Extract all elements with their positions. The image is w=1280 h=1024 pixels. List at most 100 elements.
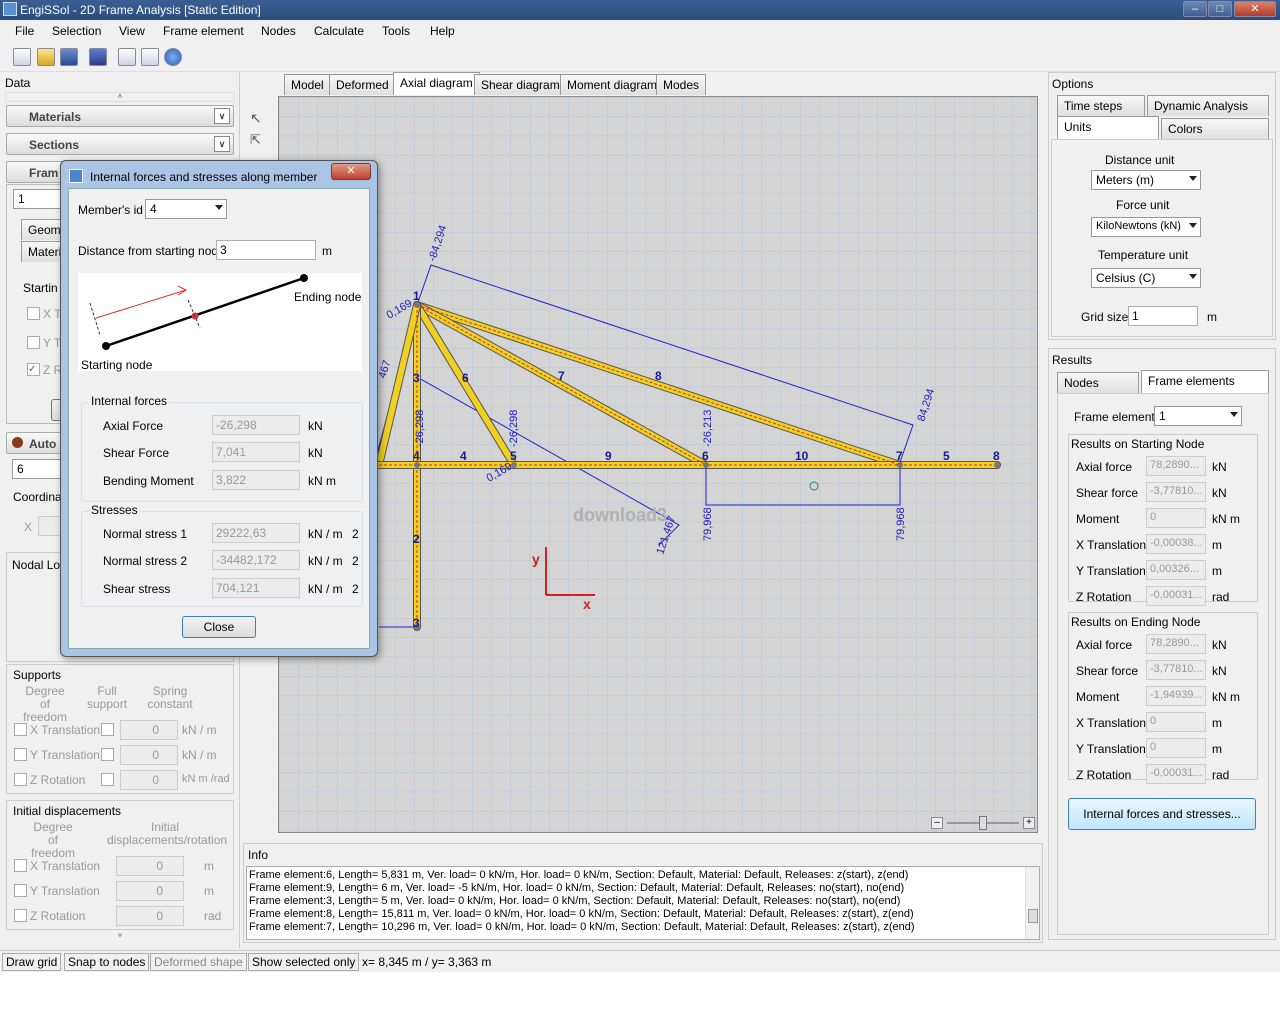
internal-forces-button[interactable]: Internal forces and stresses... xyxy=(1068,798,1256,830)
materials-section[interactable]: Materials ∨ xyxy=(6,105,234,127)
tab-shear-diagram[interactable]: Shear diagram xyxy=(474,74,567,95)
support-z-checkbox[interactable] xyxy=(14,773,27,786)
support-x-full-checkbox[interactable] xyxy=(101,723,114,736)
support-y-checkbox[interactable] xyxy=(14,748,27,761)
grid-size-input[interactable]: 1 xyxy=(1128,306,1198,326)
info-log[interactable]: Frame element:6, Length= 5,831 m, Ver. l… xyxy=(246,866,1040,940)
x-translation-checkbox[interactable] xyxy=(27,307,40,320)
tab-moment-diagram[interactable]: Moment diagram xyxy=(560,74,665,95)
member-label: 8 xyxy=(655,369,662,383)
tab-deformed[interactable]: Deformed xyxy=(329,74,396,95)
member-id-select[interactable]: 4 xyxy=(145,199,227,219)
force-unit-label: Force unit xyxy=(1116,198,1170,212)
tab-model[interactable]: Model xyxy=(284,74,331,95)
axis-y-label: y xyxy=(532,551,540,567)
drawing-tools: ↖ ⇱ xyxy=(244,98,268,158)
y-translation-checkbox[interactable] xyxy=(27,336,40,349)
info-scroll-thumb[interactable] xyxy=(1028,909,1038,923)
tab-axial-diagram[interactable]: Axial diagram xyxy=(393,72,480,95)
menu-selection[interactable]: Selection xyxy=(52,24,101,38)
menu-tools[interactable]: Tools xyxy=(382,24,410,38)
snap-to-nodes-toggle[interactable]: Snap to nodes xyxy=(64,953,150,971)
print-preview-icon[interactable] xyxy=(141,48,159,66)
tab-time-steps[interactable]: Time steps xyxy=(1057,95,1145,116)
initial-displacements-title: Initial displacements xyxy=(13,804,122,818)
member-label: 5 xyxy=(943,449,950,463)
initial-x-checkbox[interactable] xyxy=(14,859,27,872)
diagram-canvas[interactable]: 1 3 4 5 6 7 8 3 2 4 9 10 5 6 7 8 -84,294… xyxy=(278,96,1038,833)
auto-icon xyxy=(12,437,23,448)
select-area-icon[interactable]: ⇱ xyxy=(250,132,261,148)
deformed-shape-toggle[interactable]: Deformed shape xyxy=(150,953,247,971)
menu-nodes[interactable]: Nodes xyxy=(261,24,296,38)
member-label: 9 xyxy=(605,449,612,463)
tab-dynamic-analysis[interactable]: Dynamic Analysis xyxy=(1147,95,1269,116)
close-button[interactable]: Close xyxy=(182,616,256,638)
save-icon[interactable] xyxy=(60,48,78,66)
support-x-spring-input[interactable]: 0 xyxy=(120,720,178,740)
show-selected-only-toggle[interactable]: Show selected only xyxy=(248,953,360,971)
temperature-unit-select[interactable]: Celsius (C) xyxy=(1091,268,1201,288)
draw-grid-toggle[interactable]: Draw grid xyxy=(2,953,62,971)
zoom-out-icon[interactable]: – xyxy=(931,817,943,829)
tab-frame-elements[interactable]: Frame elements xyxy=(1141,370,1269,393)
chevron-down-icon[interactable]: ∨ xyxy=(214,108,230,124)
select-arrow-icon[interactable]: ↖ xyxy=(250,110,262,127)
starting-node-label: Starting node xyxy=(81,358,153,372)
maximize-button[interactable]: □ xyxy=(1208,1,1232,17)
initial-z-checkbox[interactable] xyxy=(14,909,27,922)
help-icon[interactable] xyxy=(164,48,182,66)
bending-moment-label: Bending Moment xyxy=(103,474,194,488)
zoom-in-icon[interactable]: + xyxy=(1023,817,1035,829)
initial-y-checkbox[interactable] xyxy=(14,884,27,897)
tab-nodes[interactable]: Nodes xyxy=(1057,372,1139,393)
info-line: Frame element:9, Length= 6 m, Ver. load=… xyxy=(249,882,905,894)
info-scrollbar[interactable] xyxy=(1025,867,1039,939)
distance-input[interactable]: 3 xyxy=(216,240,316,260)
chevron-down-icon[interactable]: ∨ xyxy=(214,136,230,152)
result-value: -0,00031... xyxy=(1146,586,1206,606)
support-y-full-checkbox[interactable] xyxy=(101,748,114,761)
force-unit-select[interactable]: KiloNewtons (kN) xyxy=(1091,217,1201,237)
tab-units[interactable]: Units xyxy=(1057,116,1159,139)
menu-help[interactable]: Help xyxy=(430,24,455,38)
print-icon[interactable] xyxy=(118,48,136,66)
menu-frame-element[interactable]: Frame element xyxy=(163,24,244,38)
dialog-close-icon[interactable]: ✕ xyxy=(331,163,371,180)
shear-force-value: 7,041 xyxy=(212,442,300,462)
shear-force-label: Shear Force xyxy=(103,446,170,460)
node-label: 3 xyxy=(413,616,420,630)
sections-section[interactable]: Sections ∨ xyxy=(6,133,234,155)
support-z-label: Z Rotation xyxy=(30,773,86,787)
internal-forces-title: Internal forces xyxy=(89,394,170,408)
zoom-thumb[interactable] xyxy=(979,816,987,830)
menu-file[interactable]: File xyxy=(15,24,34,38)
zoom-slider[interactable]: – + xyxy=(931,815,1035,831)
initial-y-input[interactable]: 0 xyxy=(116,881,184,901)
result-unit: rad xyxy=(1212,590,1230,604)
initial-z-input[interactable]: 0 xyxy=(116,906,184,926)
scroll-down-arrow[interactable]: ˅ xyxy=(5,932,235,942)
calculate-icon[interactable] xyxy=(89,48,107,66)
tab-colors[interactable]: Colors xyxy=(1161,118,1269,139)
minimize-button[interactable]: – xyxy=(1183,1,1207,17)
menu-bar: File Selection View Frame element Nodes … xyxy=(0,20,1280,42)
new-file-icon[interactable] xyxy=(13,48,31,66)
distance-unit-select[interactable]: Meters (m) xyxy=(1091,170,1201,190)
stresses-title: Stresses xyxy=(89,503,140,517)
close-window-button[interactable]: ✕ xyxy=(1234,1,1276,17)
support-x-checkbox[interactable] xyxy=(14,723,27,736)
support-z-spring-input[interactable]: 0 xyxy=(120,770,178,790)
tab-modes[interactable]: Modes xyxy=(656,74,707,95)
menu-view[interactable]: View xyxy=(119,24,145,38)
scroll-up-arrow[interactable]: ˄ xyxy=(5,92,235,102)
frame-element-select[interactable]: 1 xyxy=(1154,406,1242,426)
open-folder-icon[interactable] xyxy=(37,48,55,66)
support-y-spring-input[interactable]: 0 xyxy=(120,745,178,765)
initial-x-input[interactable]: 0 xyxy=(116,856,184,876)
menu-calculate[interactable]: Calculate xyxy=(314,24,364,38)
window-title: EngiSSol - 2D Frame Analysis [Static Edi… xyxy=(20,3,261,17)
support-z-full-checkbox[interactable] xyxy=(101,773,114,786)
z-rotation-checkbox[interactable]: ✓ xyxy=(27,363,40,376)
dialog-title: Internal forces and stresses along membe… xyxy=(90,170,318,184)
